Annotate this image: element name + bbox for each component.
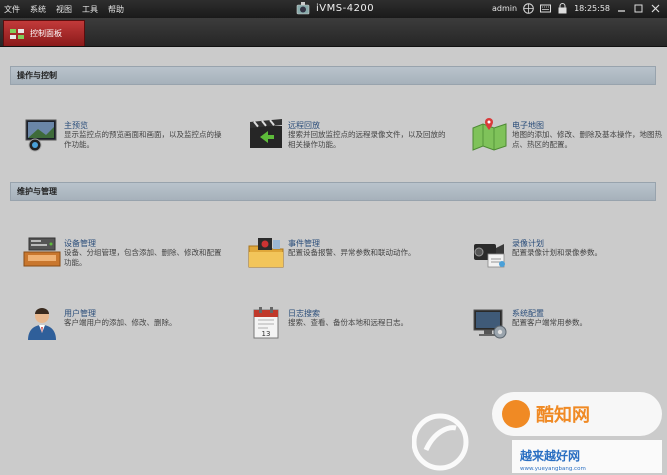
map-icon <box>472 118 507 151</box>
clock: 18:25:58 <box>574 4 610 13</box>
menu-view[interactable]: 视图 <box>56 4 72 15</box>
item-main-view[interactable]: 主预览 显示监控点的预览画面和画面，以及监控点的操作功能。 <box>22 118 222 158</box>
lock-icon[interactable] <box>557 3 568 14</box>
globe-icon[interactable] <box>523 3 534 14</box>
control-panel-icon <box>10 28 24 39</box>
user-icon <box>28 308 56 340</box>
system-config-icon <box>473 309 507 339</box>
app-logo-icon <box>296 2 310 15</box>
item-e-map[interactable]: 电子地图 地图的添加、修改、删除及基本操作，地图热点、热区的配置。 <box>470 118 667 158</box>
item-description: 搜索、查看、备份本地和远程日志。 <box>288 318 408 327</box>
maximize-icon[interactable] <box>633 3 644 14</box>
monitor-icon <box>25 119 57 152</box>
calendar-icon: 13 <box>253 307 279 339</box>
menu-file[interactable]: 文件 <box>4 4 20 15</box>
device-icon <box>23 237 61 267</box>
section-header-maintenance: 维护与管理 <box>10 182 656 201</box>
item-description: 配置设备报警、异常参数和联动动作。 <box>288 248 416 257</box>
item-system-config[interactable]: 系统配置 配置客户端常用参数。 <box>470 306 667 346</box>
camera-icon <box>474 244 505 268</box>
item-description: 配置客户端常用参数。 <box>512 318 587 327</box>
app-title-text: iVMS-4200 <box>316 3 375 14</box>
menu-tools[interactable]: 工具 <box>82 4 98 15</box>
item-description: 搜索并回放监控点的远程录像文件，以及回放的相关操作功能。 <box>288 130 446 149</box>
item-description: 客户端用户的添加、修改、删除。 <box>64 318 177 327</box>
current-user: admin <box>491 4 518 13</box>
item-device-management[interactable]: 设备管理 设备、分组管理，包含添加、删除、修改和配置功能。 <box>22 236 222 276</box>
close-icon[interactable] <box>650 3 661 14</box>
title-bar: 文件 系统 视图 工具 帮助 iVMS-4200 admin 18:25:58 <box>0 0 667 18</box>
item-description: 配置录像计划和录像参数。 <box>512 248 602 257</box>
menu-help[interactable]: 帮助 <box>108 4 124 15</box>
tab-bar: 控制面板 <box>0 18 667 47</box>
item-event-management[interactable]: 事件管理 配置设备报警、异常参数和联动动作。 <box>246 236 446 276</box>
keyboard-icon[interactable] <box>540 3 552 14</box>
item-remote-playback[interactable]: 远程回放 搜索并回放监控点的远程录像文件，以及回放的相关操作功能。 <box>246 118 446 158</box>
menu-bar: 文件 系统 视图 工具 帮助 <box>4 4 124 15</box>
item-description: 设备、分组管理，包含添加、删除、修改和配置功能。 <box>64 248 222 267</box>
tab-label: 控制面板 <box>30 29 62 38</box>
event-folder-icon <box>248 238 284 268</box>
item-log-search[interactable]: 13 日志搜索 搜索、查看、备份本地和远程日志。 <box>246 306 446 346</box>
clapperboard-icon <box>250 119 282 148</box>
item-description: 显示监控点的预览画面和画面，以及监控点的操作功能。 <box>64 130 222 149</box>
svg-text:酷知网: 酷知网 <box>536 404 590 426</box>
section-header-operation: 操作与控制 <box>10 66 656 85</box>
item-user-management[interactable]: 用户管理 客户端用户的添加、修改、删除。 <box>22 306 222 346</box>
watermark-logo: 酷知网 越来越好网 www.yueyangbang.com <box>412 392 662 473</box>
menu-system[interactable]: 系统 <box>30 4 46 15</box>
svg-text:越来越好网: 越来越好网 <box>519 448 580 463</box>
item-recording-schedule[interactable]: 录像计划 配置录像计划和录像参数。 <box>470 236 667 276</box>
minimize-icon[interactable] <box>616 3 627 14</box>
svg-text:13: 13 <box>262 330 271 338</box>
item-description: 地图的添加、修改、删除及基本操作，地图热点、热区的配置。 <box>512 130 662 149</box>
tab-control-panel[interactable]: 控制面板 <box>3 20 85 46</box>
svg-text:www.yueyangbang.com: www.yueyangbang.com <box>520 466 586 472</box>
status-area: admin 18:25:58 <box>492 3 661 14</box>
app-title: iVMS-4200 <box>296 2 374 15</box>
